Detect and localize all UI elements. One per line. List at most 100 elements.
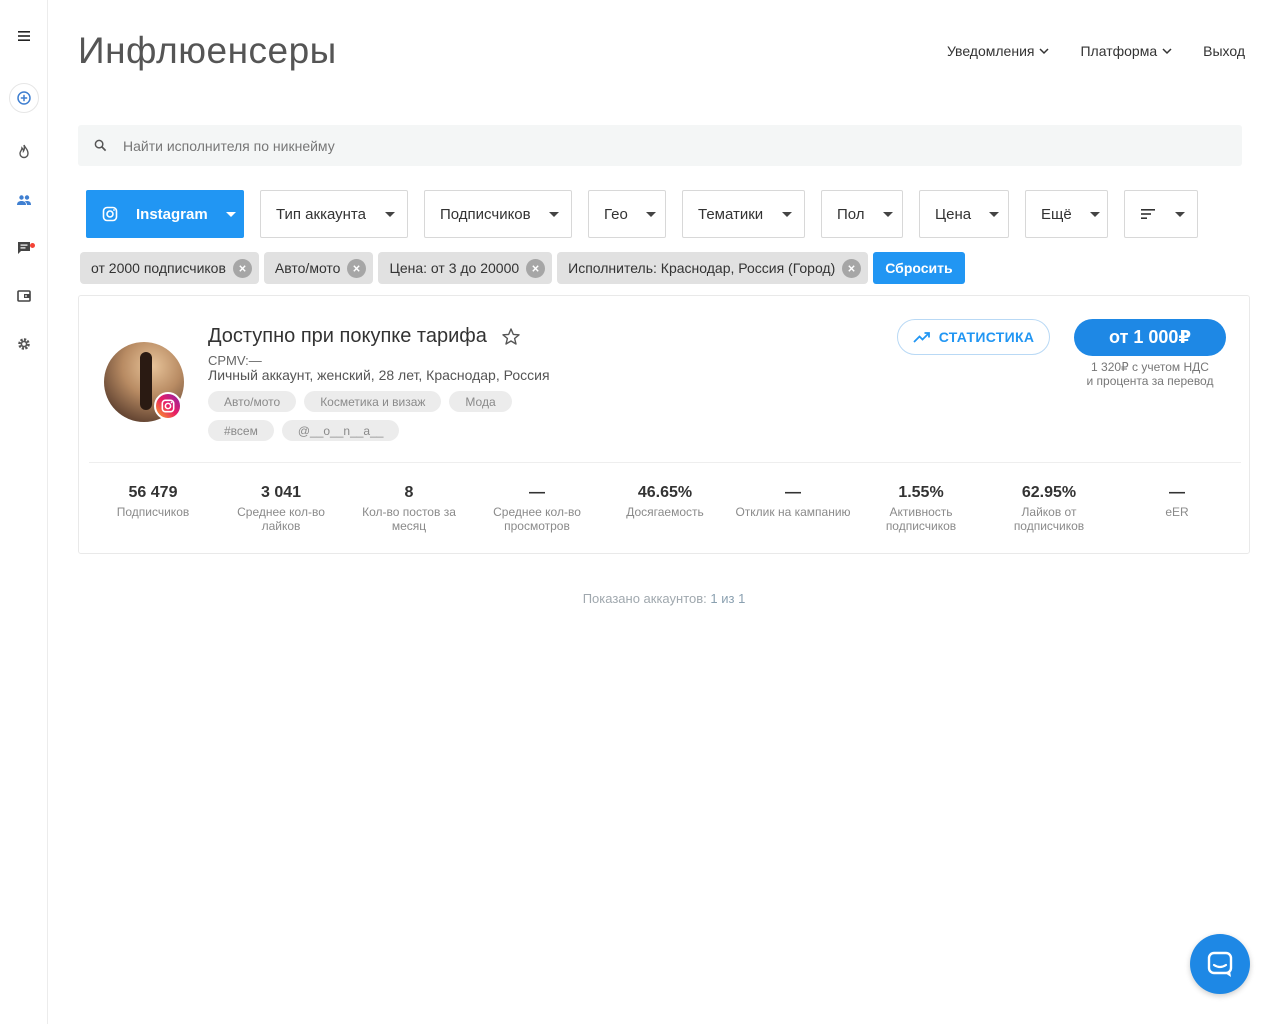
gender-label: Пол <box>837 205 865 223</box>
price-label: Цена <box>935 205 972 223</box>
statistics-button[interactable]: СТАТИСТИКА <box>897 319 1050 355</box>
caret-down-icon <box>225 211 236 217</box>
star-icon[interactable] <box>501 327 521 347</box>
stat-campaign-response: — Отклик на кампанию <box>729 484 857 533</box>
platform-label: Платформа <box>1080 43 1158 59</box>
influencer-card: Доступно при покупке тарифа CPMV:— Личны… <box>78 295 1250 554</box>
sidebar <box>0 0 48 1024</box>
filter-chip: Цена: от 3 до 20000 <box>378 252 553 284</box>
tag-list: Авто/мото Косметика и визаж Мода #всем @… <box>208 391 568 441</box>
stat-value: 62.95% <box>1021 484 1077 501</box>
filter-chip-label: Авто/мото <box>274 260 341 276</box>
filter-bar: Instagram Тип аккаунта Подписчиков Гео Т… <box>86 190 1198 238</box>
platform-filter-label: Instagram <box>136 205 208 223</box>
close-icon[interactable] <box>232 258 252 278</box>
followers-label: Подписчиков <box>440 205 531 223</box>
support-chat-button[interactable] <box>1190 934 1250 994</box>
close-icon[interactable] <box>526 258 546 278</box>
active-filters: от 2000 подписчиков Авто/мото Цена: от 3… <box>80 252 965 284</box>
filter-chip-label: Цена: от 3 до 20000 <box>389 260 520 276</box>
caret-down-icon <box>882 211 893 217</box>
stat-followers: 56 479 Подписчиков <box>89 484 217 533</box>
menu-icon[interactable] <box>12 24 36 48</box>
stat-label: Среднее кол-во лайков <box>237 505 325 533</box>
stat-likes-from-followers: 62.95% Лайков от подписчиков <box>985 484 1113 533</box>
stat-label: Отклик на кампанию <box>735 505 851 519</box>
stat-value: 3 041 <box>260 484 302 501</box>
gender-filter[interactable]: Пол <box>821 190 903 238</box>
stat-value: 56 479 <box>128 484 178 501</box>
statistics-label: СТАТИСТИКА <box>938 329 1035 345</box>
chevron-down-icon <box>1039 48 1050 55</box>
tag: #всем <box>208 420 274 441</box>
stat-label: Среднее кол-во просмотров <box>493 505 581 533</box>
notifications-menu[interactable]: Уведомления <box>947 42 1051 60</box>
stat-avg-likes: 3 041 Среднее кол-во лайков <box>217 484 345 533</box>
close-icon[interactable] <box>347 258 367 278</box>
price-note-vat: 1 320₽ с учетом НДС <box>1091 360 1209 374</box>
platform-menu[interactable]: Платформа <box>1080 42 1173 60</box>
caret-down-icon <box>782 211 792 217</box>
page-title: Инфлюенсеры <box>78 30 337 71</box>
close-icon[interactable] <box>842 258 862 278</box>
stat-label: Досягаемость <box>626 505 704 519</box>
filter-chip: Авто/мото <box>263 252 374 284</box>
stat-value: 8 <box>404 484 414 501</box>
sort-filter[interactable] <box>1124 190 1198 238</box>
stat-label: Подписчиков <box>116 505 190 519</box>
geo-filter[interactable]: Гео <box>588 190 666 238</box>
price-note-fee: и процента за перевод <box>1086 374 1214 388</box>
people-icon[interactable] <box>12 188 36 212</box>
card-title-row: Доступно при покупке тарифа <box>208 325 521 348</box>
stat-value: 46.65% <box>637 484 693 501</box>
price-button[interactable]: от 1 000₽ <box>1074 319 1226 356</box>
tag: @__o__n__a__ <box>281 420 400 441</box>
cpmv-value: CPMV:— <box>208 353 262 368</box>
account-meta: Личный аккаунт, женский, 28 лет, Краснод… <box>208 367 550 383</box>
stats-row: 56 479 Подписчиков 3 041 Среднее кол-во ла… <box>89 484 1241 533</box>
instagram-icon <box>102 206 118 222</box>
stat-label: Лайков от подписчиков <box>1013 505 1085 533</box>
filter-chip-label: от 2000 подписчиков <box>91 260 226 276</box>
search-bar <box>78 125 1242 166</box>
results-count-prefix: Показано аккаунтов: <box>582 591 707 606</box>
search-input[interactable] <box>123 137 1023 154</box>
search-icon <box>94 139 107 152</box>
stat-posts-per-month: 8 Кол-во постов за месяц <box>345 484 473 533</box>
stat-eer: — eER <box>1113 484 1241 533</box>
caret-down-icon <box>1089 211 1100 217</box>
price-filter[interactable]: Цена <box>919 190 1009 238</box>
stat-value: — <box>785 484 801 501</box>
stat-label: Кол-во постов за месяц <box>362 505 456 533</box>
platform-filter[interactable]: Instagram <box>86 190 244 238</box>
price-note: 1 320₽ с учетом НДС и процента за перево… <box>1064 360 1236 388</box>
account-type-filter[interactable]: Тип аккаунта <box>260 190 408 238</box>
topics-filter[interactable]: Тематики <box>682 190 805 238</box>
stat-label: Активность подписчиков <box>885 505 957 533</box>
account-type-label: Тип аккаунта <box>276 205 366 223</box>
add-circle-icon[interactable] <box>9 83 39 113</box>
reset-filters-button[interactable]: Сбросить <box>873 252 965 284</box>
gear-icon[interactable] <box>12 332 36 356</box>
more-filter[interactable]: Ещё <box>1025 190 1108 238</box>
chat-bubble-icon <box>1207 951 1233 977</box>
logout-link[interactable]: Выход <box>1203 42 1245 60</box>
stat-value: 1.55% <box>898 484 944 501</box>
wallet-icon[interactable] <box>12 284 36 308</box>
tag: Косметика и визаж <box>304 391 442 412</box>
notification-dot <box>30 243 35 248</box>
fire-icon[interactable] <box>12 140 36 164</box>
stat-value: — <box>1169 484 1185 501</box>
tag: Авто/мото <box>208 391 297 412</box>
top-nav: Уведомления Платформа Выход <box>947 42 1245 60</box>
caret-down-icon <box>1175 211 1185 217</box>
topics-label: Тематики <box>698 205 764 223</box>
tag: Мода <box>449 391 512 412</box>
followers-filter[interactable]: Подписчиков <box>424 190 572 238</box>
trending-up-icon <box>913 332 930 343</box>
filter-chip-label: Исполнитель: Краснодар, Россия (Город) <box>568 260 836 276</box>
geo-label: Гео <box>604 205 628 223</box>
chat-icon[interactable] <box>12 236 36 260</box>
filter-chip: Исполнитель: Краснодар, Россия (Город) <box>557 252 869 284</box>
logout-label: Выход <box>1203 43 1245 59</box>
